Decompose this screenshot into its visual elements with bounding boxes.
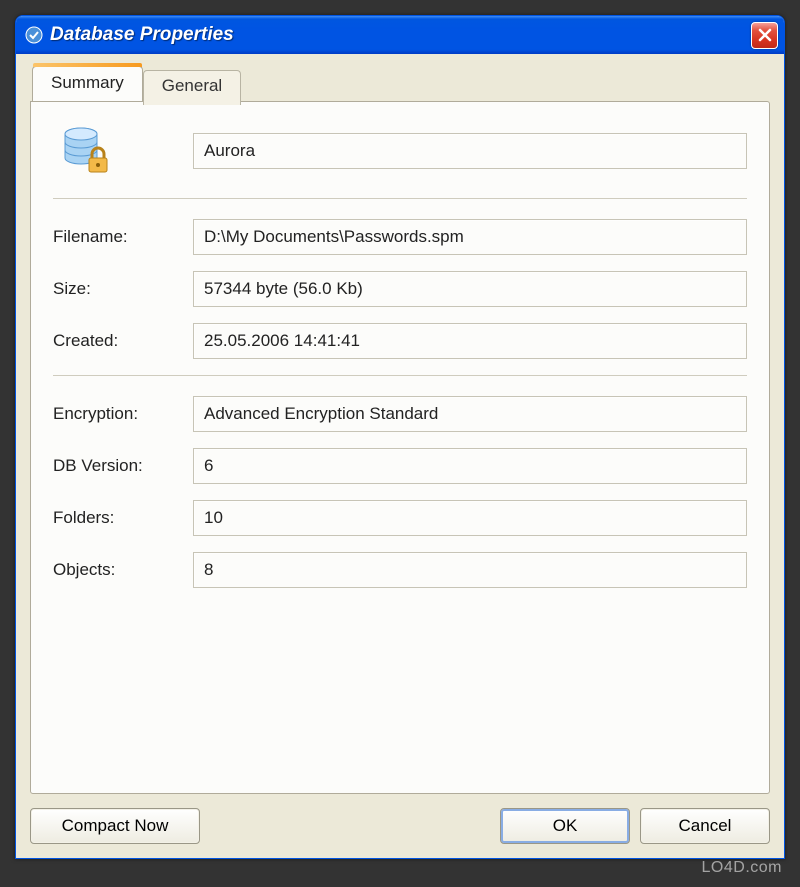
window-title: Database Properties (50, 24, 751, 46)
folders-value: 10 (204, 508, 223, 528)
dbversion-label: DB Version: (53, 456, 193, 476)
app-icon (24, 25, 44, 45)
dbversion-value: 6 (204, 456, 213, 476)
tab-summary-label: Summary (51, 73, 124, 92)
tab-general[interactable]: General (143, 70, 241, 105)
created-field: 25.05.2006 14:41:41 (193, 323, 747, 359)
watermark: LO4D.com (702, 859, 782, 877)
size-label: Size: (53, 279, 193, 299)
dbversion-field: 6 (193, 448, 747, 484)
database-name-field: Aurora (193, 133, 747, 169)
close-icon (758, 28, 772, 42)
compact-now-button[interactable]: Compact Now (30, 808, 200, 844)
separator (53, 375, 747, 376)
cancel-button[interactable]: Cancel (640, 808, 770, 844)
folders-field: 10 (193, 500, 747, 536)
database-icon (53, 124, 193, 178)
tab-panel-summary: Aurora Filename: D:\My Documents\Passwor… (30, 101, 770, 794)
folders-label: Folders: (53, 508, 193, 528)
encryption-field: Advanced Encryption Standard (193, 396, 747, 432)
filename-value: D:\My Documents\Passwords.spm (204, 227, 464, 247)
created-value: 25.05.2006 14:41:41 (204, 331, 360, 351)
titlebar[interactable]: Database Properties (16, 16, 784, 54)
client-area: Summary General (16, 54, 784, 858)
objects-label: Objects: (53, 560, 193, 580)
database-name-value: Aurora (204, 141, 255, 161)
dialog-window: Database Properties Summary General (15, 15, 785, 859)
size-field: 57344 byte (56.0 Kb) (193, 271, 747, 307)
objects-field: 8 (193, 552, 747, 588)
objects-value: 8 (204, 560, 213, 580)
database-lock-icon (59, 124, 113, 178)
created-label: Created: (53, 331, 193, 351)
separator (53, 198, 747, 199)
button-bar: Compact Now OK Cancel (30, 808, 770, 844)
tab-strip: Summary General (30, 68, 770, 103)
size-value: 57344 byte (56.0 Kb) (204, 279, 363, 299)
filename-label: Filename: (53, 227, 193, 247)
tab-summary[interactable]: Summary (32, 66, 143, 101)
encryption-value: Advanced Encryption Standard (204, 404, 438, 424)
close-button[interactable] (751, 22, 778, 49)
encryption-label: Encryption: (53, 404, 193, 424)
filename-field: D:\My Documents\Passwords.spm (193, 219, 747, 255)
ok-button[interactable]: OK (500, 808, 630, 844)
tab-general-label: General (162, 76, 222, 95)
